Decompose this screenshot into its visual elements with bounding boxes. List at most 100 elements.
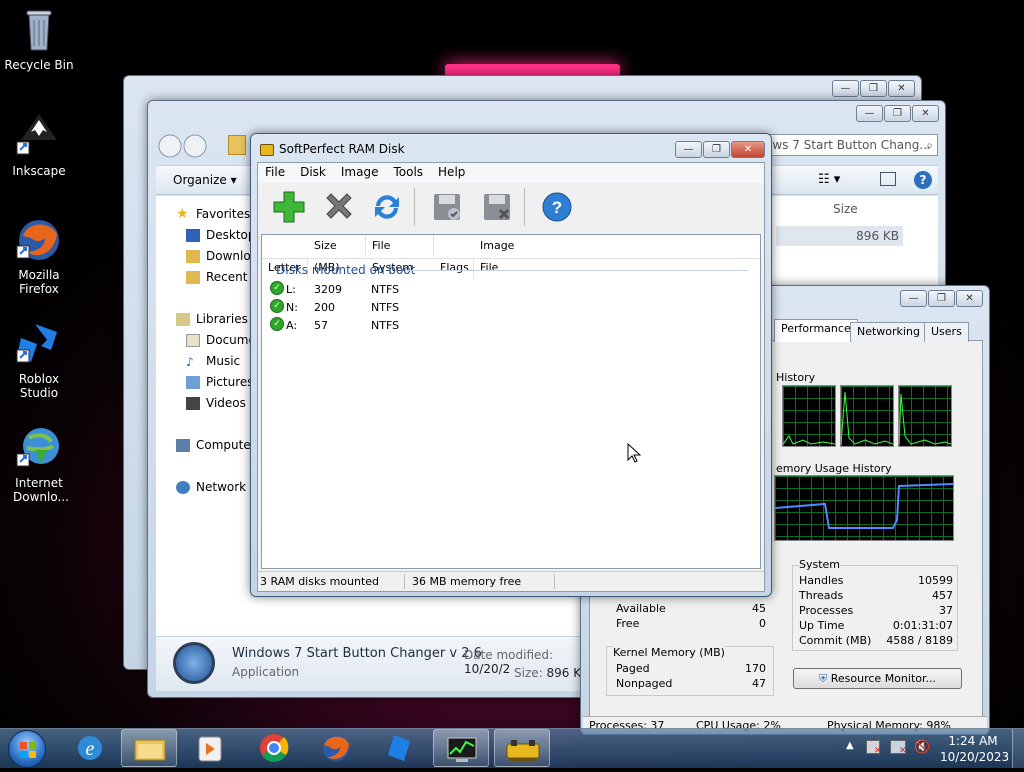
desktop-icon-inkscape[interactable]: Inkscape — [0, 112, 78, 178]
clock-date: 10/20/2023 — [940, 750, 1010, 764]
status-separator-2 — [554, 574, 555, 589]
menu-tools[interactable]: Tools — [393, 163, 423, 183]
show-desktop-button[interactable] — [1012, 729, 1024, 768]
desktop-icon-firefox[interactable]: Mozilla Firefox — [0, 216, 78, 296]
nav-desktop[interactable]: Desktop — [156, 225, 256, 246]
task-manager-controls: — ❐ ✕ — [900, 290, 983, 307]
help-button[interactable]: ? — [540, 190, 574, 224]
svg-text:?: ? — [552, 198, 562, 217]
task-manager-icon — [447, 737, 477, 762]
disk-row[interactable]: ✓ N: 200 NTFS — [262, 299, 760, 317]
network-tray-icon[interactable]: ✕ — [890, 740, 907, 756]
nav-pictures[interactable]: Pictures — [156, 372, 256, 393]
toolbar-separator-2 — [524, 188, 525, 226]
kernel-memory-stats: Paged 170 Nonpaged 47 — [616, 662, 766, 690]
disk-row[interactable]: ✓ L: 3209 NTFS — [262, 281, 760, 299]
taskbar-chrome[interactable] — [246, 729, 302, 767]
close-icon[interactable]: ✕ — [888, 80, 915, 97]
nav-downloads[interactable]: Downloa — [156, 246, 256, 267]
menu-help[interactable]: Help — [438, 163, 465, 183]
downloads-icon — [186, 250, 200, 263]
remove-disk-button[interactable] — [322, 190, 356, 224]
maximize-icon[interactable]: ❐ — [860, 80, 887, 97]
details-file-type: Application — [232, 665, 300, 679]
help-icon[interactable]: ? — [914, 171, 932, 189]
clock-time: 1:24 AM — [948, 734, 998, 748]
add-disk-button[interactable] — [272, 190, 306, 224]
menu-disk[interactable]: Disk — [300, 163, 326, 183]
resource-monitor-button[interactable]: ⛨ Resource Monitor... — [793, 668, 962, 689]
action-center-icon[interactable]: ✕ — [866, 740, 882, 756]
maximize-icon[interactable]: ❐ — [703, 141, 730, 158]
start-button[interactable] — [8, 730, 46, 768]
desktop-icon-internet-download-manager[interactable]: Internet Downlo... — [0, 424, 78, 504]
nav-computer[interactable]: Computer — [156, 435, 256, 456]
view-options-icon[interactable]: ☷ ▾ — [818, 172, 840, 187]
column-file-system[interactable]: File System — [366, 235, 434, 274]
close-icon[interactable]: ✕ — [731, 141, 765, 158]
close-icon[interactable]: ✕ — [956, 290, 983, 307]
nav-music[interactable]: ♪ Music — [156, 351, 256, 372]
disk-row[interactable]: ✓ A: 57 NTFS — [262, 317, 760, 335]
size-column-header[interactable]: Size — [833, 202, 858, 216]
clock[interactable]: 1:24 AM 10/20/2023 — [940, 733, 1010, 765]
minimize-icon[interactable]: — — [900, 290, 927, 307]
tab-networking[interactable]: Networking — [850, 322, 927, 342]
group-divider — [407, 270, 748, 271]
menu-bar: File Disk Image Tools Help — [258, 163, 764, 183]
file-size-cell[interactable]: 896 KB — [776, 226, 903, 246]
back-window-controls: — ❐ ✕ — [832, 80, 915, 97]
minimize-icon[interactable]: — — [675, 141, 702, 158]
nav-libraries[interactable]: Libraries — [156, 309, 256, 330]
taskbar-roblox-studio[interactable] — [370, 729, 426, 767]
error-badge-icon: ✕ — [874, 746, 882, 756]
firefox-icon — [15, 216, 63, 264]
taskbar-firefox[interactable] — [308, 729, 364, 767]
nav-favorites[interactable]: ★ Favorites — [156, 204, 256, 225]
nav-videos[interactable]: Videos — [156, 393, 256, 414]
organize-button[interactable]: Organize ▾ — [173, 173, 237, 187]
taskbar-media-player[interactable] — [183, 729, 239, 767]
preview-pane-icon[interactable] — [880, 172, 896, 186]
refresh-button[interactable] — [370, 190, 404, 224]
memory-usage-graph — [774, 475, 954, 541]
search-icon: ⌕ — [926, 138, 933, 152]
delete-icon — [326, 193, 352, 219]
disk-remove-icon — [484, 194, 510, 220]
menu-file[interactable]: File — [265, 163, 285, 183]
desktop-icon-roblox-studio[interactable]: Roblox Studio — [0, 320, 78, 400]
status-memory-free: 36 MB memory free — [412, 575, 522, 588]
column-size[interactable]: Size (MB) — [308, 235, 366, 274]
taskbar-internet-explorer[interactable]: e — [62, 729, 118, 767]
nav-documents[interactable]: Docume — [156, 330, 256, 351]
taskbar-ramdisk[interactable] — [494, 729, 550, 767]
recycle-bin-icon — [15, 6, 63, 54]
taskbar-task-manager[interactable] — [433, 729, 489, 767]
desktop-icon-recycle-bin[interactable]: Recycle Bin — [0, 6, 78, 72]
tab-performance[interactable]: Performance — [774, 319, 858, 342]
taskbar-explorer[interactable] — [121, 729, 177, 767]
nav-recent[interactable]: Recent P — [156, 267, 256, 288]
maximize-icon[interactable]: ❐ — [928, 290, 955, 307]
ramdisk-status-bar: 3 RAM disks mounted 36 MB memory free — [258, 571, 764, 591]
media-player-icon — [198, 736, 222, 762]
nav-arrows[interactable] — [157, 134, 213, 158]
svg-text:e: e — [86, 738, 95, 760]
menu-image[interactable]: Image — [341, 163, 379, 183]
search-input[interactable]: ows 7 Start Button Chang... ⌕ — [760, 134, 938, 156]
unmount-image-button[interactable] — [480, 190, 514, 224]
nav-network[interactable]: Network — [156, 477, 256, 498]
toolbar-separator — [414, 188, 415, 226]
volume-muted-icon[interactable]: 🔇 — [914, 740, 930, 755]
save-image-button[interactable] — [430, 190, 464, 224]
tab-users[interactable]: Users — [924, 322, 969, 342]
minimize-icon[interactable]: — — [832, 80, 859, 97]
details-file-name: Windows 7 Start Button Changer v 2.6 — [232, 646, 482, 661]
maximize-icon[interactable]: ❐ — [884, 105, 911, 122]
ramdisk-window[interactable]: SoftPerfect RAM Disk — ❐ ✕ File Disk Image… — [250, 133, 772, 597]
check-icon: ✓ — [270, 281, 284, 295]
minimize-icon[interactable]: — — [856, 105, 883, 122]
close-icon[interactable]: ✕ — [912, 105, 939, 122]
column-image-file[interactable]: Image File — [474, 235, 534, 274]
show-hidden-icons-icon[interactable]: ▲ — [846, 740, 854, 751]
